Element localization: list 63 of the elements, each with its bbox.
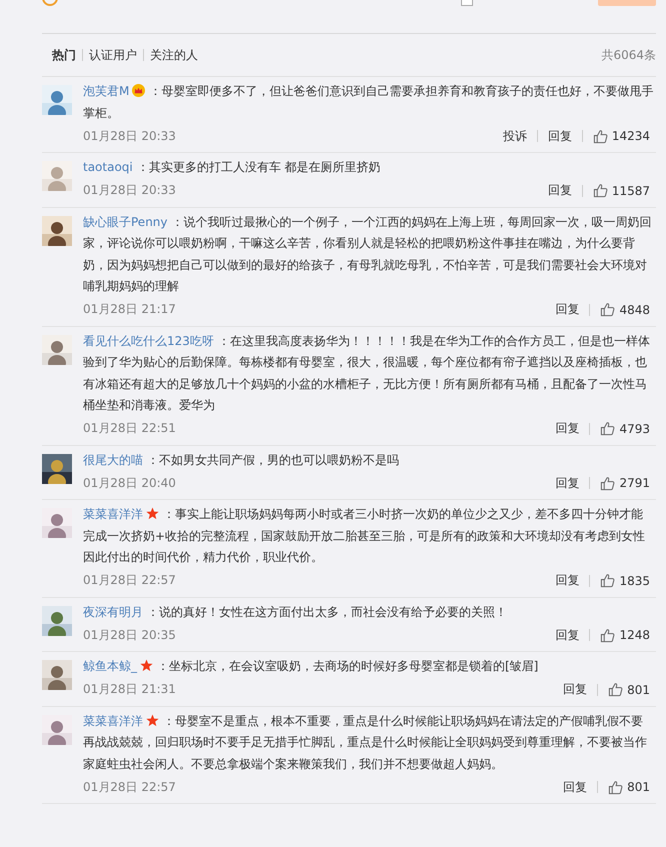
thumbs-up-icon [600,302,616,317]
comment-text: 鲸鱼本鲸_ ：坐标北京，在会议室吸奶，去商场的时候好多母婴室都是锁着的[皱眉] [83,658,540,675]
comment-time: 01月28日 20:33 [83,128,176,144]
comment-text: 很尾大的喵 ：不如男女共同产假，男的也可以喂奶粉不是吗 [83,452,400,468]
action-link[interactable]: 回复 [555,572,580,589]
star-icon [146,714,159,726]
comment-text: 菜菜喜洋洋 ：事实上能让职场妈妈每两小时或者三小时挤一次奶的单位少之又少，差不多四十分钟才能完成一次挤奶+收拾的完整流程，国家鼓励开放二胎甚至三胎，可是所有的政策和大环境却没有考虑到女性因此付出的时间代价，精力代价，职业代价。 [83,506,646,566]
like-button[interactable]: 4848 [600,302,654,317]
comment-time: 01月28日 22:57 [83,572,176,589]
thumbs-up-icon [600,476,616,490]
comment-count: 共6064条 [601,46,656,64]
thumbs-up-icon [608,780,624,794]
star-icon [146,507,159,520]
comment-time: 01月28日 21:17 [83,301,176,318]
action-link[interactable]: 回复 [555,420,580,437]
action-link[interactable]: 回复 [563,778,588,796]
username-link[interactable]: 缺心眼子Penny [83,214,168,228]
thumbs-up-icon [592,128,608,144]
action-link[interactable]: 投诉 [502,128,527,144]
like-button[interactable]: 4793 [600,421,654,436]
comment-text: 缺心眼子Penny ：说个我听过最揪心的一个例子，一个江西的妈妈在上海上班，每周回家一次，吸一周奶回家，评论说你可以喂奶粉啊，干嘛这么辛苦，你看别人就是轻松的把喂奶粉这件事挂在嘴边，为什么要背奶，因为妈妈想把自己可以做到的最好的给孩子，有母乳就吃母乳，不怕辛苦，可是我们需要社会大环境对哺乳期妈妈的理解 [83,214,653,295]
thumbs-up-icon [600,421,616,436]
action-link[interactable]: 回复 [555,301,580,318]
star-icon [140,659,153,672]
like-button[interactable]: 2791 [600,476,654,490]
username-link[interactable]: 夜深有明月 [83,604,143,618]
thumbs-up-icon [600,628,616,642]
username-link[interactable]: 菜菜喜洋洋 [83,714,143,728]
comment-time: 01月28日 20:40 [83,474,176,492]
like-button[interactable]: 11587 [592,183,654,198]
like-button[interactable]: 1835 [600,573,654,588]
filter-tab[interactable]: 热门 [52,46,82,64]
crown-icon [132,84,146,97]
like-button[interactable]: 801 [608,682,654,697]
comment-time: 01月28日 22:51 [83,420,176,437]
like-button[interactable]: 1248 [600,628,654,642]
username-link[interactable]: 鲸鱼本鲸_ [83,659,137,673]
username-link[interactable]: taotaoqi [83,160,133,174]
filter-tab[interactable]: 关注的人 [144,46,204,64]
action-link[interactable]: 回复 [563,681,588,698]
comment-text: 泡芙君M ：母婴室即便多不了，但让爸爸们意识到自己需要承担养育和教育孩子的责任也好，不要做甩手掌柜。 [83,83,654,122]
comment-text: 夜深有明月 ：说的真好！女性在这方面付出太多，而社会没有给予必要的关照！ [83,604,508,620]
username-link[interactable]: 很尾大的喵 [83,452,143,466]
like-button[interactable]: 14234 [592,128,654,144]
action-link[interactable]: 回复 [548,128,572,144]
username-link[interactable]: 看见什么吃什么123吃呀 [83,334,214,348]
comment-time: 01月28日 21:31 [83,681,176,698]
comment-text: 看见什么吃什么123吃呀 ：在这里我高度表扬华为！！！！！我是在华为工作的合作方员工，但是也一样体验到了华为贴心的后勤保障。每栋楼都有母婴室，很大，很温暖，每个座位都有帘子遮挡以及座椅插板，也有冰箱还有超大的足够放几十个妈妈的小盆的水槽柜子，无比方便！所有厕所都有马桶，且配备了一次性马桶坐垫和消毒液。爱华为 [83,332,651,414]
filter-tab[interactable]: 认证用户 [83,46,143,64]
thumbs-up-icon [592,183,608,198]
username-link[interactable]: 泡芙君M [83,84,130,98]
comment-time: 01月28日 20:33 [83,182,176,199]
username-link[interactable]: 菜菜喜洋洋 [83,507,143,521]
thumbs-up-icon [600,573,616,588]
thumbs-up-icon [608,682,624,697]
action-link[interactable]: 回复 [548,182,572,199]
comment-time: 01月28日 20:35 [83,626,176,644]
comment-text: taotaoqi ：其实更多的打工人没有车 都是在厕所里挤奶 [83,159,382,176]
like-button[interactable]: 801 [608,780,654,794]
comment-time: 01月28日 22:57 [83,778,176,796]
action-link[interactable]: 回复 [555,626,580,644]
comment-text: 菜菜喜洋洋 ：母婴室不是重点，根本不重要，重点是什么时候能让职场妈妈在请法定的产假哺乳假不要再战战兢兢，回归职场时不要手足无措手忙脚乱，重点是什么时候能让全职妈妈受到尊重理解，不要被当作家庭蛀虫社会闲人。不要总拿极端个案来鞭策我们，我们并不想要做超人妈妈。 [83,712,648,772]
action-link[interactable]: 回复 [555,474,580,492]
